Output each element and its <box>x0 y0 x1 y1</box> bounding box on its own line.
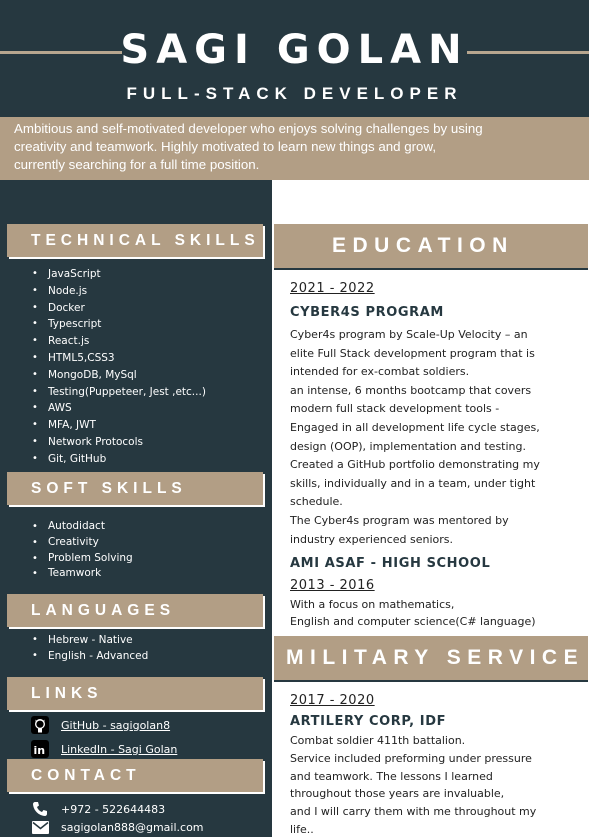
text-line: throughout those years are invaluable, <box>290 787 505 801</box>
text-line: elite Full Stack development program tha… <box>290 346 535 360</box>
list-item: MFA, JWT <box>32 417 206 434</box>
list-item: Creativity <box>32 535 133 551</box>
text-line: Cyber4s program by Scale-Up Velocity – a… <box>290 328 528 341</box>
languages-list: Hebrew - Native English - Advanced <box>32 632 148 664</box>
phone-icon <box>30 799 50 819</box>
technical-skills-list: JavaScript Node.js Docker Typescript Rea… <box>32 266 206 468</box>
list-item: Git, GitHub <box>32 451 206 468</box>
soft-skills-heading: SOFT SKILLS <box>7 472 263 505</box>
list-item: MongoDB, MySql <box>32 367 206 384</box>
summary-band: Ambitious and self-motivated developer w… <box>0 117 589 180</box>
contact-phone: +972 - 522644483 <box>30 799 165 819</box>
text-line: With a focus on mathematics, <box>290 598 455 611</box>
education-description-2: With a focus on mathematics, English and… <box>290 597 580 630</box>
text-line: Combat soldier 411th battalion. <box>290 734 466 747</box>
text-line: English and computer science(C# language… <box>290 614 536 628</box>
list-item: HTML5,CSS3 <box>32 350 206 367</box>
text-line: The Cyber4s program was mentored by <box>290 513 509 527</box>
summary-line: creativity and teamwork. Highly motivate… <box>14 139 437 154</box>
text-line: an intense, 6 months bootcamp that cover… <box>290 383 532 397</box>
text-line: life.. <box>290 822 314 836</box>
mail-icon <box>30 817 50 837</box>
sidebar: TECHNICAL SKILLS JavaScript Node.js Dock… <box>0 180 272 837</box>
list-item: Autodidact <box>32 519 133 535</box>
list-item: Network Protocols <box>32 434 206 451</box>
text-line: modern full stack development tools - <box>290 402 500 416</box>
education-org-1: CYBER4S PROGRAM <box>290 305 444 320</box>
list-item: Docker <box>32 300 206 317</box>
languages-heading: LANGUAGES <box>7 594 263 627</box>
text-line: Created a GitHub portfolio demonstrating… <box>290 458 540 472</box>
linkedin-link-label[interactable]: LinkedIn - Sagi Golan <box>61 743 177 756</box>
summary-line: Ambitious and self-motivated developer w… <box>14 121 483 136</box>
links-heading: LINKS <box>7 677 263 710</box>
contact-email[interactable]: sagigolan888@gmail.com <box>30 817 204 837</box>
github-icon <box>30 715 50 735</box>
resume-header: SAGI GOLAN FULL-STACK DEVELOPER <box>0 0 589 117</box>
education-heading: EDUCATION <box>274 224 588 268</box>
list-item: Teamwork <box>32 566 133 582</box>
military-org: ARTILERY CORP, IDF <box>290 714 447 729</box>
list-item: JavaScript <box>32 266 206 283</box>
military-date: 2017 - 2020 <box>290 693 375 708</box>
linkedin-icon: in <box>30 739 50 759</box>
text-line: industry experienced seniors. <box>290 532 454 546</box>
summary-line: currently searching for a full time posi… <box>14 157 260 172</box>
military-heading: MILITARY SERVICE <box>274 636 588 680</box>
text-line: Engaged in all development life cycle st… <box>290 420 540 434</box>
email-address[interactable]: sagigolan888@gmail.com <box>61 821 204 834</box>
svg-text:in: in <box>34 744 46 757</box>
education-org-2: AMI ASAF - HIGH SCHOOL <box>290 556 491 571</box>
military-description: Combat soldier 411th battalion. Service … <box>290 732 580 837</box>
candidate-name: SAGI GOLAN <box>120 27 469 73</box>
text-line: and teamwork. The lessons I learned <box>290 769 493 783</box>
education-date-1: 2021 - 2022 <box>290 281 375 296</box>
soft-skills-list: Autodidact Creativity Problem Solving Te… <box>32 519 133 582</box>
education-description-1: Cyber4s program by Scale-Up Velocity – a… <box>290 326 580 549</box>
text-line: skills, individually and in a team, unde… <box>290 476 536 490</box>
list-item: AWS <box>32 400 206 417</box>
github-link-label[interactable]: GitHub - sagigolan8 <box>61 719 170 732</box>
text-line: Service included preforming under pressu… <box>290 751 532 765</box>
github-link[interactable]: GitHub - sagigolan8 <box>30 715 170 735</box>
text-line: intended for ex-combat soldiers. <box>290 365 470 379</box>
job-title: FULL-STACK DEVELOPER <box>126 84 463 103</box>
education-date-2: 2013 - 2016 <box>290 578 375 593</box>
text-line: schedule. <box>290 495 343 509</box>
list-item: Node.js <box>32 283 206 300</box>
list-item: Typescript <box>32 316 206 333</box>
phone-number: +972 - 522644483 <box>61 802 166 816</box>
list-item: Hebrew - Native <box>32 632 148 648</box>
linkedin-link[interactable]: in LinkedIn - Sagi Golan <box>30 739 177 759</box>
contact-heading: CONTACT <box>7 759 263 792</box>
text-line: design (OOP), implementation and testing… <box>290 439 526 453</box>
list-item: Problem Solving <box>32 551 133 567</box>
list-item: English - Advanced <box>32 648 148 664</box>
list-item: React.js <box>32 333 206 350</box>
technical-skills-heading: TECHNICAL SKILLS <box>7 224 263 257</box>
list-item: Testing(Puppeteer, Jest ,etc...) <box>32 384 206 401</box>
text-line: and I will carry them with me throughout… <box>290 805 537 819</box>
